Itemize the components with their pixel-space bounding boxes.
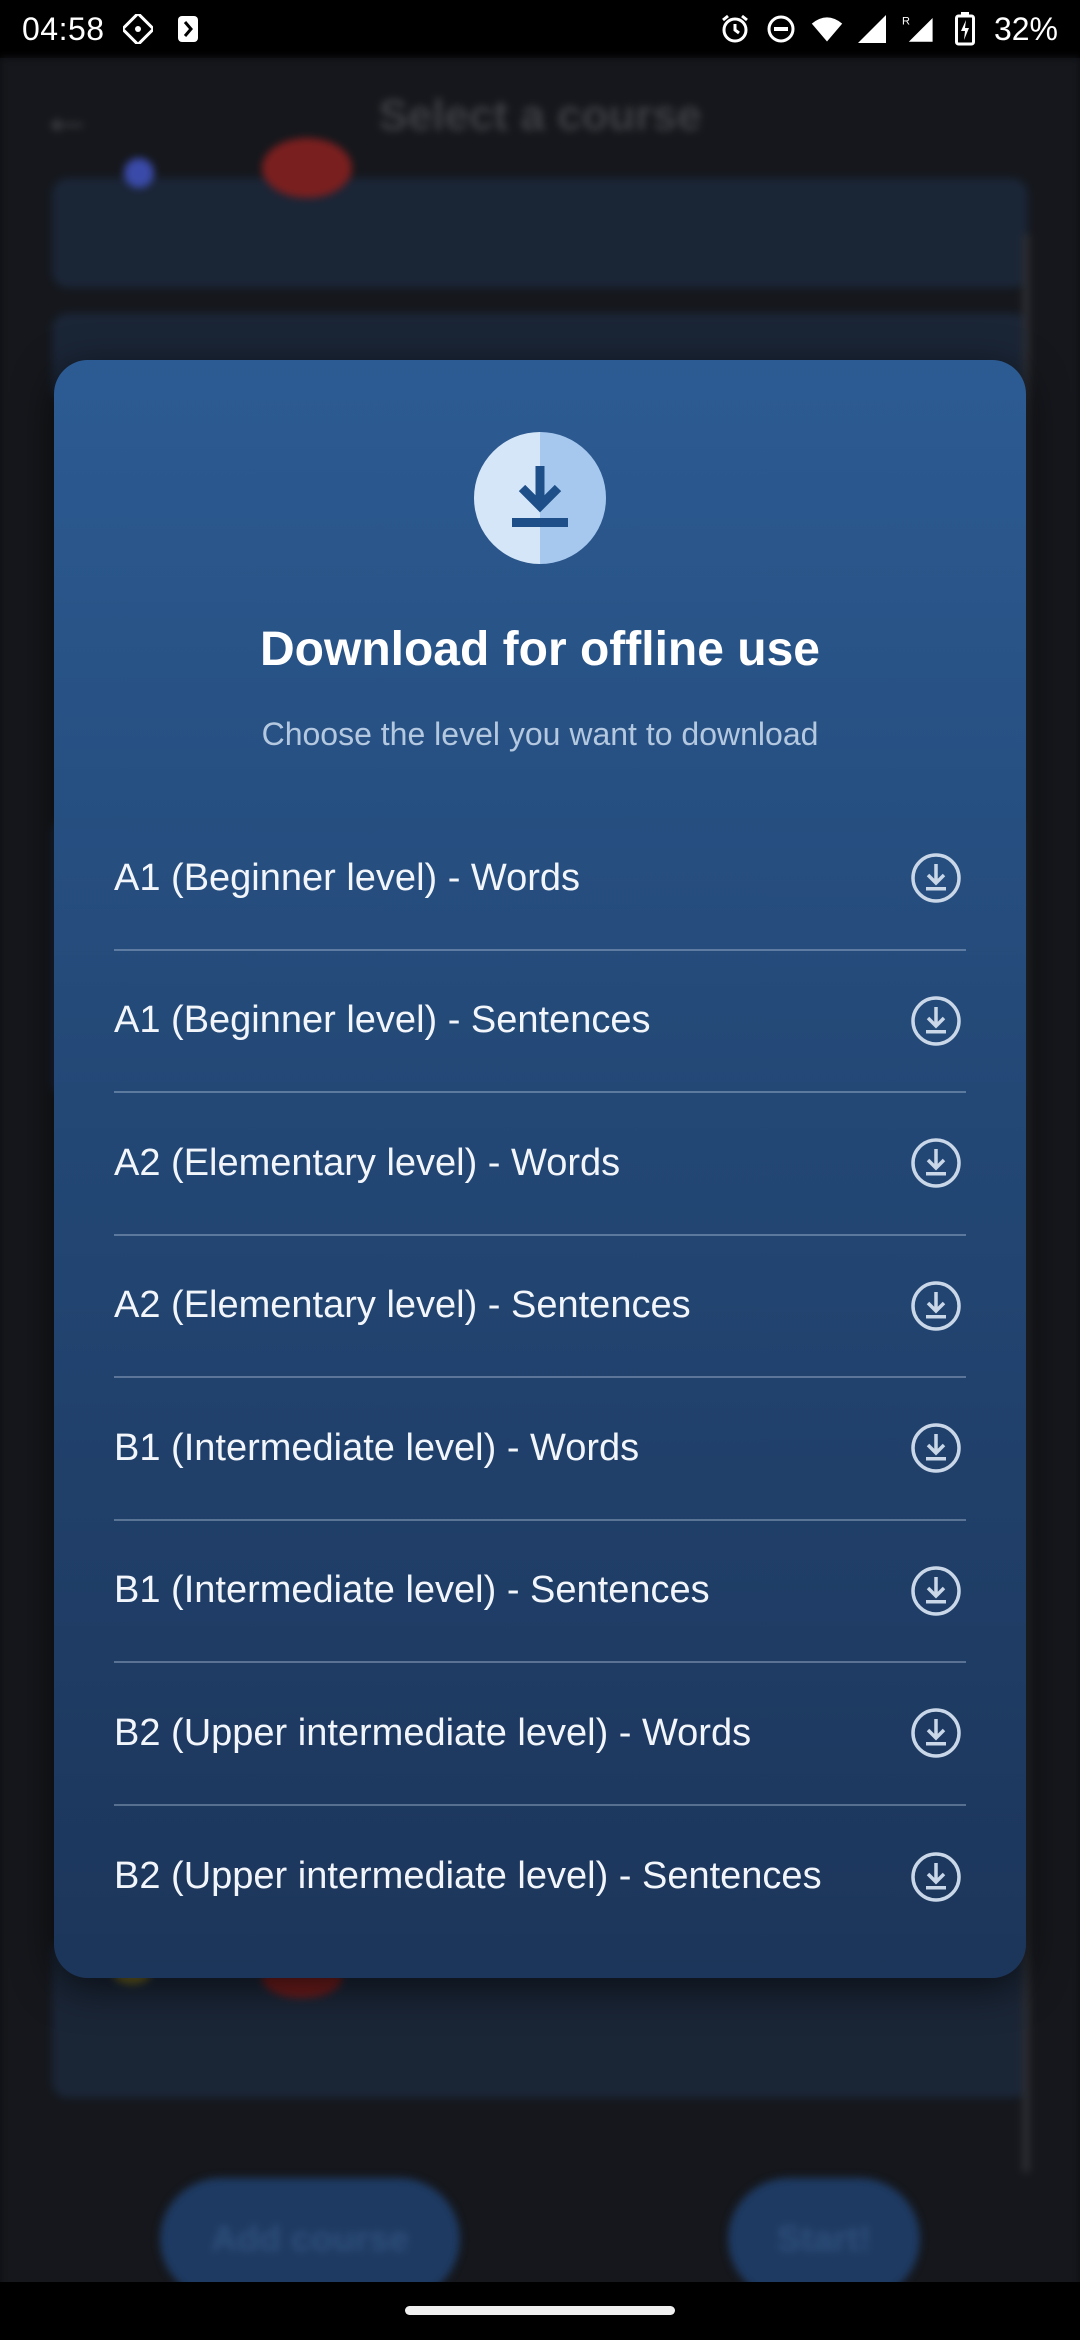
download-circle-icon[interactable] <box>910 852 962 904</box>
download-circle-icon[interactable] <box>910 1280 962 1332</box>
app-bar: ← Select a course <box>0 58 1080 174</box>
status-bar: 04:58 R 32% <box>0 0 1080 58</box>
roaming-signal-icon: R <box>902 12 936 46</box>
download-circle-icon[interactable] <box>910 1851 962 1903</box>
flag-icon <box>124 158 154 188</box>
back-arrow-icon: ← <box>40 86 94 146</box>
download-circle-icon[interactable] <box>910 1707 962 1759</box>
level-item-b1-sentences[interactable]: B1 (Intermediate level) - Sentences <box>114 1521 966 1663</box>
signal-icon <box>856 12 890 46</box>
course-card <box>52 138 1028 288</box>
screen-title: Select a course <box>378 91 702 140</box>
svg-text:R: R <box>902 16 910 28</box>
level-label: B2 (Upper intermediate level) - Words <box>114 1711 752 1754</box>
battery-percentage: 32% <box>993 10 1058 47</box>
level-label: A2 (Elementary level) - Sentences <box>114 1284 691 1327</box>
download-circle-icon[interactable] <box>910 995 962 1047</box>
level-item-b2-words[interactable]: B2 (Upper intermediate level) - Words <box>114 1663 966 1806</box>
level-item-b2-sentences[interactable]: B2 (Upper intermediate level) - Sentence… <box>114 1806 966 1949</box>
level-label: B2 (Upper intermediate level) - Sentence… <box>114 1855 822 1898</box>
level-list: A1 (Beginner level) - Words A1 (Beginner… <box>114 808 966 1948</box>
download-circle-icon[interactable] <box>910 1565 962 1617</box>
level-item-a2-words[interactable]: A2 (Elementary level) - Words <box>114 1093 966 1236</box>
level-label: B1 (Intermediate level) - Words <box>114 1426 640 1469</box>
status-time: 04:58 <box>22 10 105 47</box>
level-label: B1 (Intermediate level) - Sentences <box>114 1569 710 1612</box>
flag-icon <box>262 138 352 198</box>
app-notification-icon <box>121 12 155 46</box>
download-dialog: Download for offline use Choose the leve… <box>54 360 1026 1978</box>
level-item-a1-words[interactable]: A1 (Beginner level) - Words <box>114 808 966 951</box>
level-label: A2 (Elementary level) - Words <box>114 1141 621 1184</box>
download-circle-icon[interactable] <box>910 1137 962 1189</box>
level-label: A1 (Beginner level) - Words <box>114 856 581 899</box>
home-gesture-handle[interactable] <box>405 2306 675 2315</box>
dialog-title: Download for offline use <box>260 623 820 676</box>
download-circle-icon[interactable] <box>910 1422 962 1474</box>
wifi-icon <box>810 12 844 46</box>
navigation-bar <box>0 2282 1080 2340</box>
download-icon <box>474 432 606 564</box>
level-item-a1-sentences[interactable]: A1 (Beginner level) - Sentences <box>114 951 966 1093</box>
do-not-disturb-icon <box>764 12 798 46</box>
alarm-icon <box>718 12 752 46</box>
level-item-b1-words[interactable]: B1 (Intermediate level) - Words <box>114 1378 966 1521</box>
level-label: A1 (Beginner level) - Sentences <box>114 999 651 1042</box>
dialog-subtitle: Choose the level you want to download <box>261 716 819 752</box>
nfc-notification-icon <box>171 12 205 46</box>
battery-charging-icon <box>948 12 982 46</box>
level-item-a2-sentences[interactable]: A2 (Elementary level) - Sentences <box>114 1236 966 1378</box>
